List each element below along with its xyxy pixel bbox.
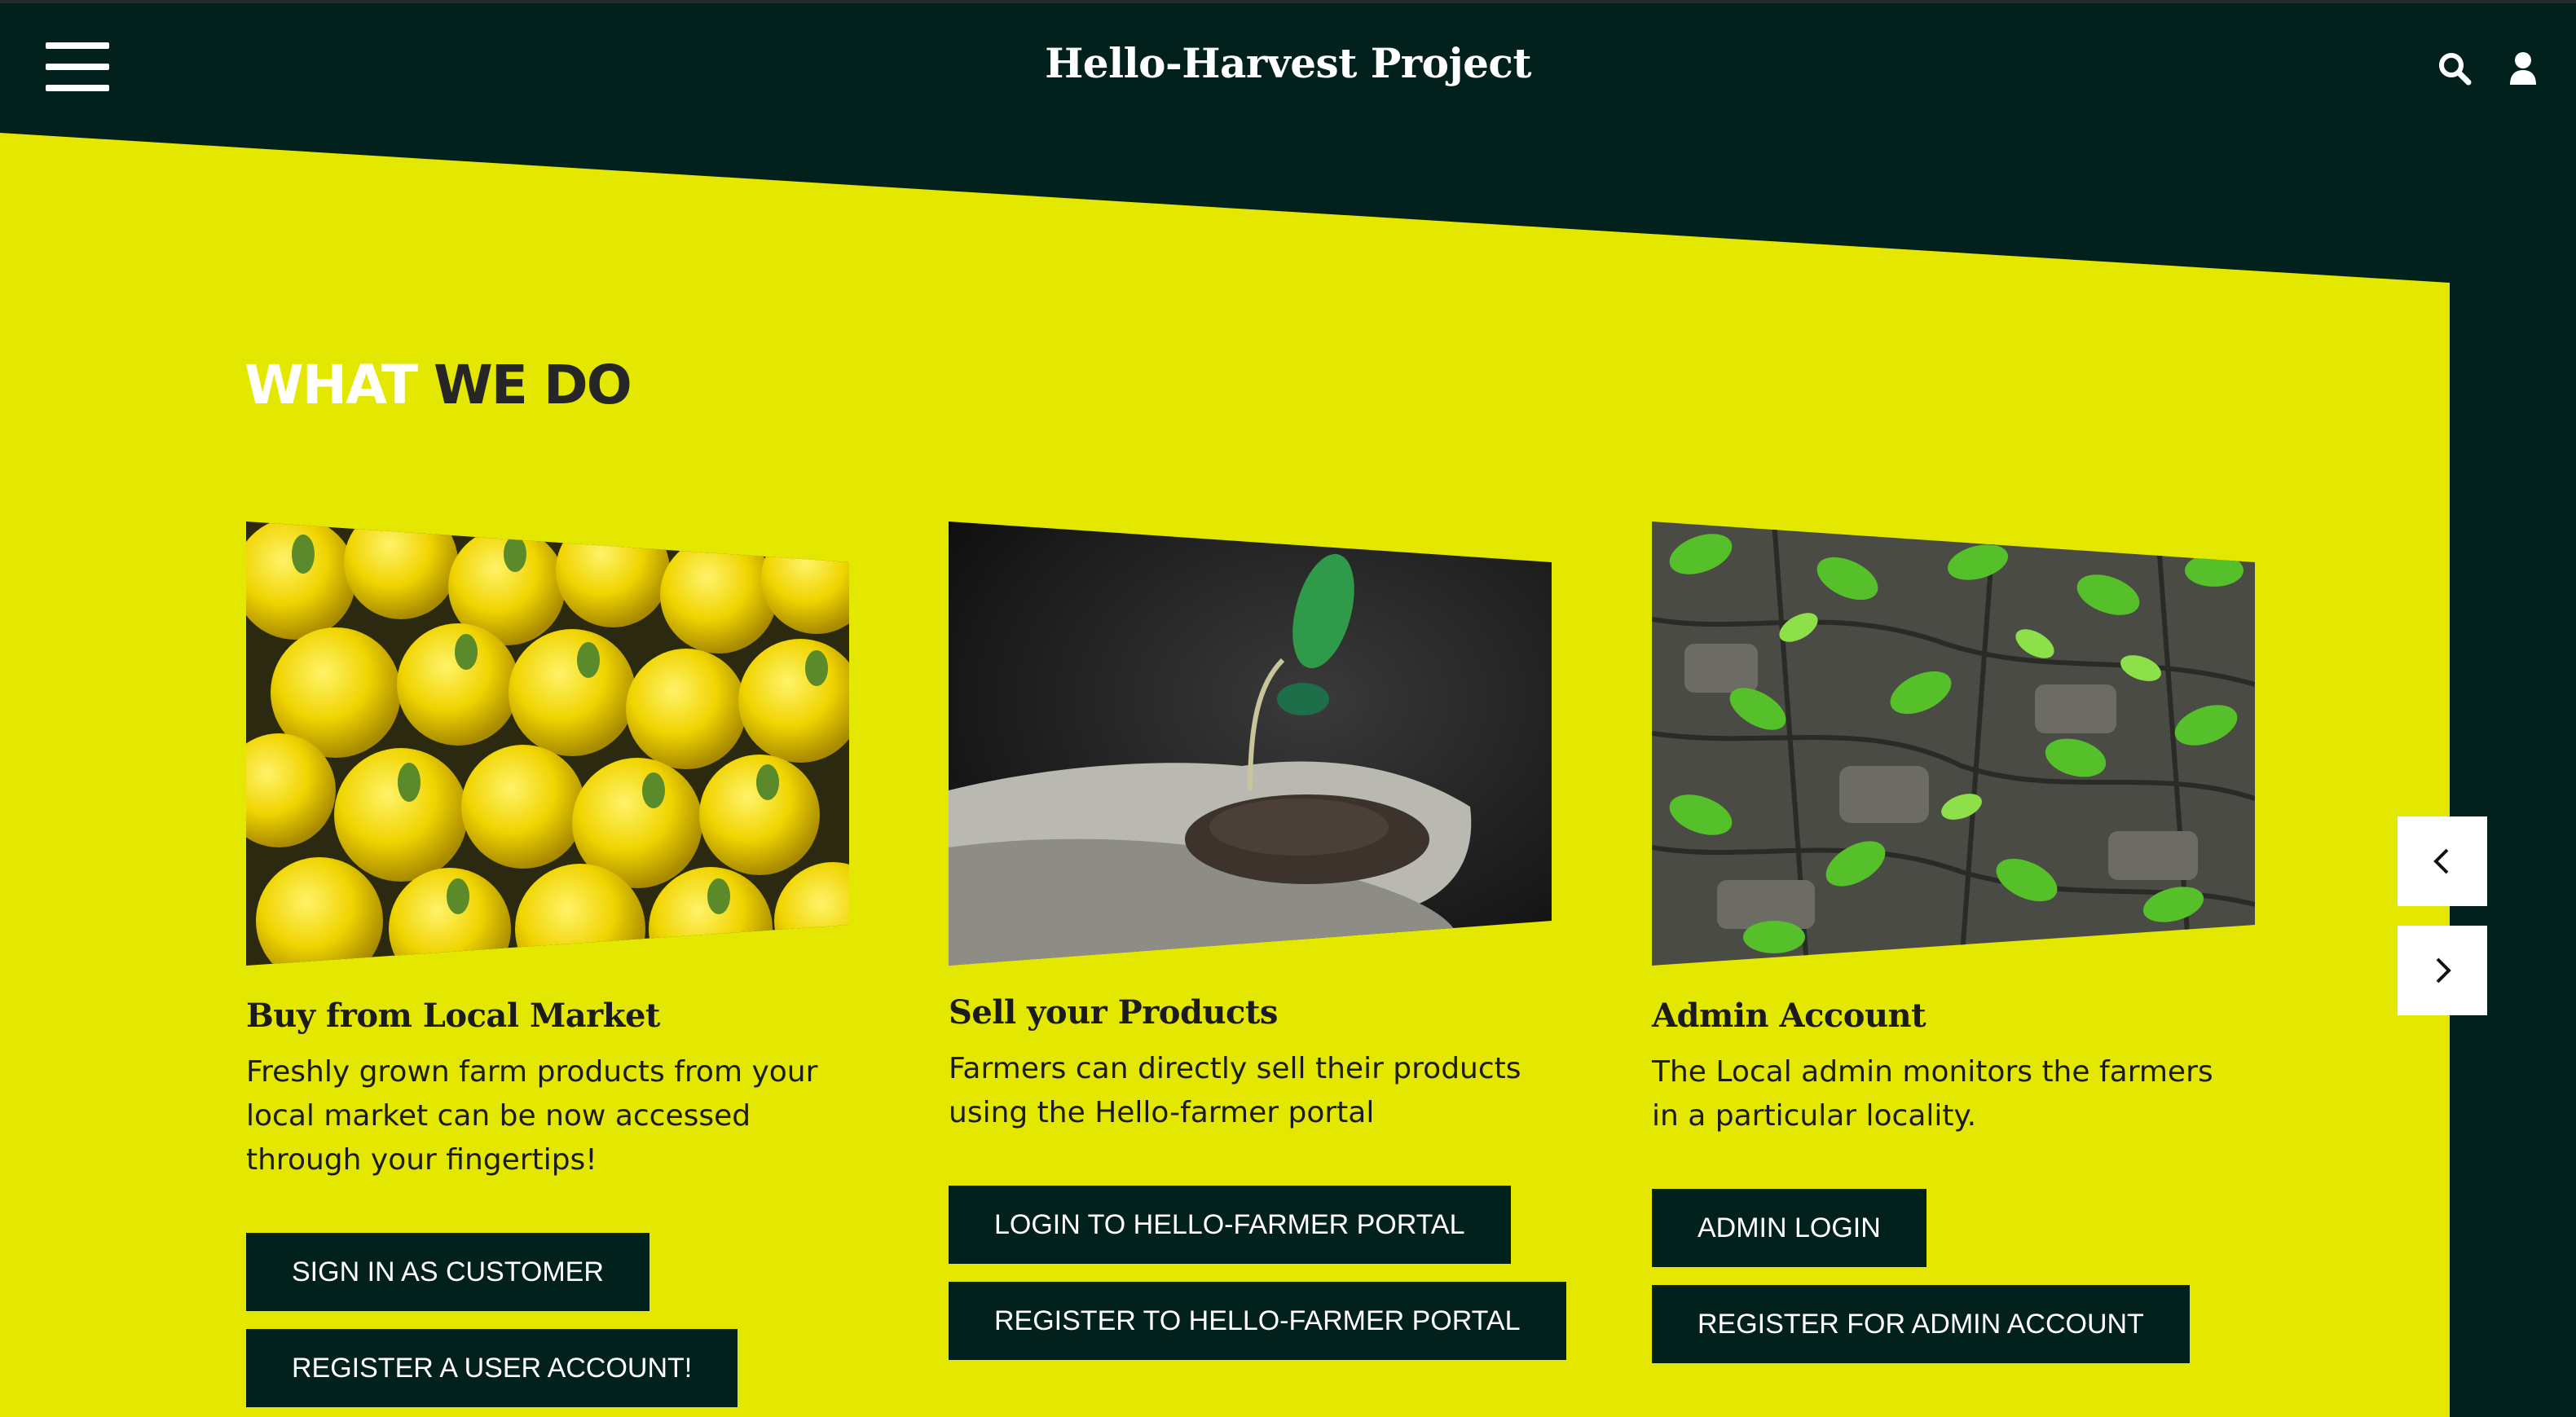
search-icon[interactable]	[2437, 51, 2473, 86]
card-admin-account: Admin Account The Local admin monitors t…	[1652, 521, 2255, 1363]
card-description: Freshly grown farm products from your lo…	[246, 1055, 818, 1177]
carousel-next-button[interactable]	[2398, 926, 2487, 1015]
card-sell-products: Sell your Products Farmers can directly …	[949, 521, 1566, 1360]
login-farmer-portal-button[interactable]: LOGIN TO HELLO-FARMER PORTAL	[949, 1186, 1511, 1264]
carousel-prev-button[interactable]	[2398, 816, 2487, 906]
admin-login-button[interactable]: ADMIN LOGIN	[1652, 1189, 1926, 1267]
card-description: The Local admin monitors the farmers in …	[1652, 1055, 2213, 1133]
section-title: WHAT WE DO	[244, 359, 632, 412]
yellow-squash-photo	[246, 521, 849, 966]
card-title: Admin Account	[1652, 997, 1926, 1035]
section-title-part2: WE DO	[434, 354, 632, 416]
site-title: Hello-Harvest Project	[1045, 39, 1531, 87]
card-buy-local: Buy from Local Market Freshly grown farm…	[246, 521, 849, 1407]
register-user-button[interactable]: REGISTER A USER ACCOUNT!	[246, 1329, 738, 1407]
sign-in-customer-button[interactable]: SIGN IN AS CUSTOMER	[246, 1233, 650, 1311]
user-icon[interactable]	[2505, 51, 2541, 86]
chevron-left-icon	[2433, 848, 2449, 874]
chevron-right-icon	[2436, 957, 2451, 984]
card-description: Farmers can directly sell their products…	[949, 1052, 1521, 1129]
card-title: Buy from Local Market	[246, 997, 660, 1035]
register-farmer-portal-button[interactable]: REGISTER TO HELLO-FARMER PORTAL	[949, 1282, 1566, 1360]
leaves-on-bark-photo	[1652, 521, 2255, 966]
register-admin-button[interactable]: REGISTER FOR ADMIN ACCOUNT	[1652, 1285, 2190, 1363]
seedling-in-hands-photo	[949, 521, 1552, 966]
section-title-part1: WHAT	[244, 354, 418, 416]
card-title: Sell your Products	[949, 993, 1278, 1032]
